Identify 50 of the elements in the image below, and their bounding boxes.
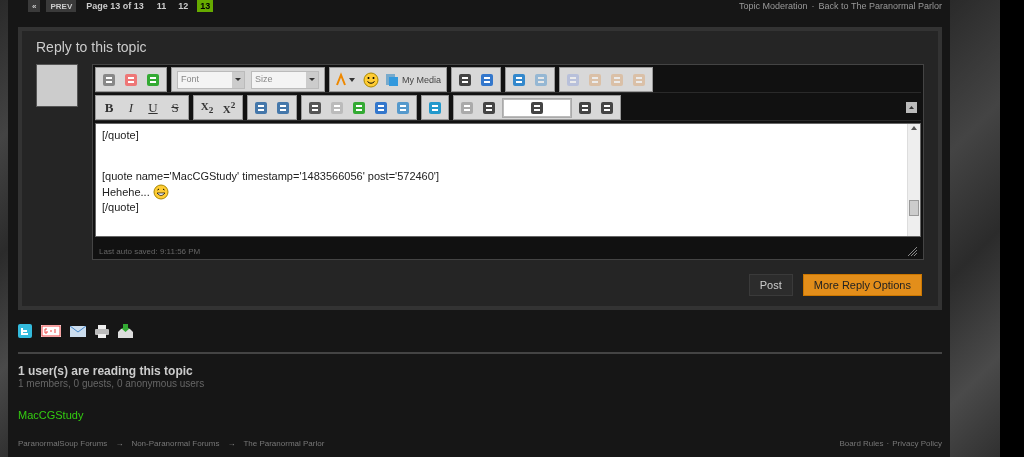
collapse-icon[interactable] [906,102,917,113]
breadcrumb-link[interactable]: Non-Paranormal Forums [131,439,220,448]
top-link[interactable]: Back to The Paranormal Parlor [818,1,942,11]
page-label: Page 13 of 13 [86,1,144,11]
readers-count: 1 members, 0 guests, 0 anonymous users [18,378,206,389]
resize-handle-icon[interactable] [908,247,917,256]
text-color-icon[interactable] [335,71,357,88]
avatar-placeholder [36,64,78,107]
user-link[interactable]: MacCGStudy [18,409,84,421]
twitter-share-icon[interactable] [18,324,32,338]
smiley-icon[interactable] [363,71,379,88]
scrollbar[interactable] [907,124,920,236]
text-line: [/quote] [102,200,140,215]
options-button[interactable]: More Reply Options [802,274,922,296]
panel-title: Reply to this topic [36,38,148,57]
format-button[interactable]: S [167,99,183,116]
post-button[interactable]: Post [748,274,793,296]
footer-link[interactable]: Privacy Policy [892,439,942,448]
footer-link[interactable]: Board Rules [839,439,884,448]
page-link[interactable]: 11 [153,0,170,12]
page-link[interactable]: 13 [197,0,214,12]
script-button[interactable]: X$_{2}$ [199,99,215,116]
media-icon [385,72,399,87]
autosave-status: Last auto saved: 9:11:56 PM [99,247,201,256]
text-line: [/quote] [102,128,140,143]
breadcrumb-separator: → [115,439,124,448]
script-button[interactable]: X$^{2}$ [221,100,237,115]
link-separator: · [886,439,890,448]
printer-icon[interactable] [95,324,109,338]
text-line: Hehehe... [102,184,150,200]
breadcrumb-link[interactable]: ParanormalSoup Forums [18,439,108,448]
download-icon[interactable] [118,324,133,338]
readers-heading: 1 user(s) are reading this topic [18,364,194,378]
format-button[interactable]: U [145,99,161,116]
scroll-thumb[interactable] [909,200,919,216]
prev-button[interactable]: PREV [46,0,77,12]
first-page-button[interactable]: « [28,0,41,12]
scroll-up-icon[interactable] [911,126,917,130]
email-icon[interactable] [70,325,86,337]
breadcrumb-separator: → [227,439,236,448]
breadcrumb-link[interactable]: The Paranormal Parlor [243,439,325,448]
text-line: [quote name='MacCGStudy' timestamp='1483566056' post='572460'] [102,169,440,184]
format-button[interactable]: I [123,99,139,116]
format-button[interactable]: B [101,99,117,116]
link-separator: · [811,1,815,11]
message-field[interactable]: [/quote] [quote name='MacCGStudy' timestamp='1483566056' post='572460'] Hehehe... [/quote] [95,123,921,237]
google-plus-icon[interactable] [41,325,61,337]
page-link[interactable]: 12 [175,0,192,12]
grin-emoticon-icon [152,184,169,200]
top-link[interactable]: Topic Moderation [739,1,808,11]
